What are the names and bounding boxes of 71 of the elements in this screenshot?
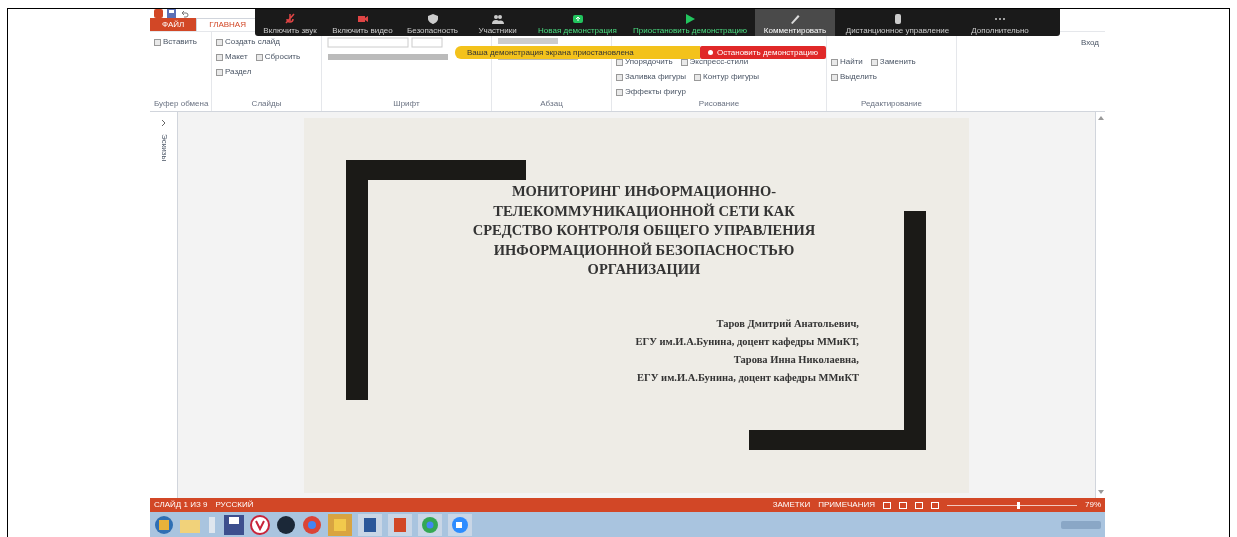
slideshow-icon[interactable] [931, 501, 939, 509]
ribbon-button[interactable]: Макет [216, 51, 248, 63]
ribbon-button[interactable]: Создать слайд [216, 36, 280, 48]
ribbon-button[interactable]: Найти [831, 56, 863, 68]
presentation-icon[interactable] [388, 513, 412, 536]
participants-icon [491, 13, 504, 25]
browser-icon[interactable] [250, 514, 270, 535]
reading-view-icon[interactable] [915, 501, 923, 509]
command-icon [870, 58, 878, 66]
ribbon-group-label: Абзац [539, 98, 564, 110]
browser-icon[interactable] [302, 514, 322, 535]
author-line: Тарова Инна Николаевна, [733, 354, 859, 366]
shield-icon [426, 13, 439, 25]
ribbon-button[interactable]: Вставить [154, 36, 197, 48]
sharing-paused-banner: Ваша демонстрация экрана приостановлена [455, 46, 700, 59]
zoom-slider-thumb[interactable] [1017, 501, 1021, 509]
ribbon-button[interactable]: Эффекты фигур [616, 86, 686, 98]
toolbar-button[interactable]: Дистанционное управление [835, 9, 960, 36]
scroll-down-icon[interactable] [1097, 490, 1104, 494]
toolbar-button[interactable]: Комментировать [755, 9, 835, 36]
toolbar-button[interactable]: Безопасность [400, 9, 465, 36]
ribbon-group-label: Буфер обмена [154, 98, 207, 110]
video-camera-icon[interactable] [448, 513, 472, 536]
ribbon-group-label: Шрифт [392, 98, 421, 110]
command-icon [154, 38, 161, 46]
ribbon-button[interactable]: Упорядочить [616, 56, 673, 68]
sign-in-link[interactable]: Вход [1080, 37, 1099, 49]
stop-sharing-button[interactable]: Остановить демонстрацию [700, 46, 826, 59]
zoom-level: 79% [1085, 499, 1101, 511]
toolbar-button[interactable]: Дополнительно [960, 9, 1040, 36]
language-indicator[interactable]: РУССКИЙ [215, 499, 254, 511]
ribbon-button[interactable]: Выделить [831, 71, 877, 83]
normal-view-icon[interactable] [883, 501, 891, 509]
command-icon [255, 53, 263, 61]
toolbar-button[interactable]: Участники [465, 9, 530, 36]
toolbar-button[interactable]: Новая демонстрация [530, 9, 625, 36]
thumbnails-pane-label[interactable]: Эскизы [157, 134, 170, 162]
share-screen-icon [571, 13, 584, 25]
toolbar-button[interactable]: Приостановить демонстрацию [625, 9, 755, 36]
ribbon-button[interactable]: Сбросить [255, 51, 301, 63]
record-dot-icon [708, 50, 713, 55]
ribbon-button[interactable]: Раздел [216, 66, 252, 78]
video-camera-off-icon [356, 13, 369, 25]
browser-icon[interactable] [418, 513, 442, 536]
save-icon[interactable] [167, 9, 176, 18]
notes-button[interactable]: ЗАМЕТКИ [772, 499, 811, 511]
comments-button[interactable]: ПРИМЕЧАНИЯ [818, 499, 875, 511]
ribbon-button[interactable]: Контур фигуры [694, 71, 760, 83]
play-icon [684, 13, 696, 25]
app-icon[interactable] [154, 9, 163, 18]
author-line: ЕГУ им.И.А.Бунина, доцент кафедры ММиКТ [637, 372, 859, 384]
file-tab[interactable]: ФАЙЛ [150, 18, 197, 31]
ribbon-group-label: Рисование [697, 98, 741, 110]
slide-count: СЛАЙД 1 ИЗ 9 [154, 499, 208, 511]
microphone-muted-icon [284, 13, 296, 25]
toolbar-button[interactable]: Включить видео [325, 9, 400, 36]
expand-icon[interactable] [161, 120, 166, 126]
scroll-up-icon[interactable] [1097, 116, 1104, 120]
undo-icon[interactable] [180, 9, 189, 18]
author-line: Таров Дмитрий Анатольевич, [716, 318, 859, 330]
document-icon[interactable] [358, 513, 382, 536]
ribbon-group-label: Слайды [250, 98, 283, 110]
slide-sorter-icon[interactable] [899, 501, 907, 509]
author-line: ЕГУ им.И.А.Бунина, доцент кафедры ММиКТ, [635, 336, 859, 348]
ribbon-button[interactable]: Заливка фигуры [616, 71, 687, 83]
ribbon-button[interactable]: Заменить [870, 56, 916, 68]
slide-title: МОНИТОРИНГ ИНФОРМАЦИОННО-ТЕЛЕКОММУНИКАЦИОННОЙ СЕТИ КАК СРЕДСТВО КОНТРОЛЯ ОБЩЕГО УПРАВЛЕНИЯ ИНФОРМАЦИОННОЙ БЕЗОПАСНОСТЬЮ ОРГАНИЗАЦИИ [471, 182, 817, 279]
pen-icon [789, 13, 801, 25]
ribbon-button[interactable]: Экспресс-стили [680, 56, 749, 68]
ribbon-group-label: Редактирование [860, 98, 923, 110]
start-button-icon[interactable] [154, 514, 174, 535]
